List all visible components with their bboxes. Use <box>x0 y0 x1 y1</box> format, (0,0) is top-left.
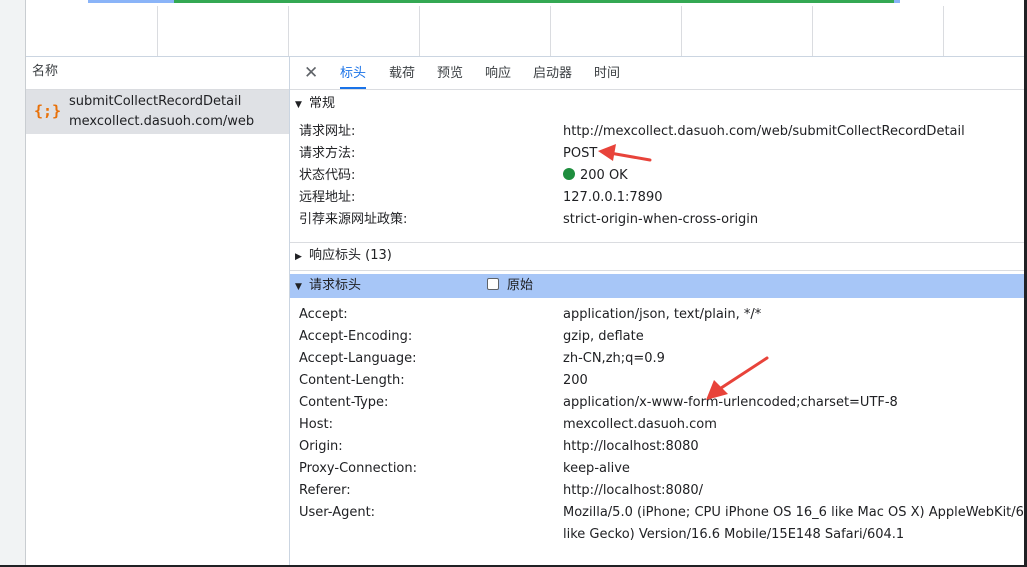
request-header-row: Referer: http://localhost:8080/ <box>299 480 1024 502</box>
header-value: Mozilla/5.0 (iPhone; CPU iPhone OS 16_6 … <box>563 505 1027 520</box>
overview-gridline <box>943 6 944 56</box>
header-key: User-Agent: <box>299 505 376 520</box>
request-headers-section-header[interactable]: ▼ 请求标头 原始 <box>290 274 1024 298</box>
request-header-row: Accept: application/json, text/plain, */… <box>299 304 1024 326</box>
user-agent-continuation-row: like Gecko) Version/16.6 Mobile/15E148 S… <box>299 524 1024 546</box>
header-key: 引荐来源网址政策: <box>299 212 408 227</box>
header-key: 请求方法: <box>299 146 356 161</box>
header-value: strict-origin-when-cross-origin <box>563 212 759 227</box>
header-key: 请求网址: <box>299 124 356 139</box>
header-key: Accept-Language: <box>299 351 417 366</box>
request-header-row: Content-Length: 200 <box>299 370 1024 392</box>
header-key: 状态代码: <box>299 168 356 183</box>
header-value: gzip, deflate <box>563 329 644 344</box>
status-ok-dot-icon <box>563 168 575 180</box>
request-headers-title: 请求标头 <box>309 278 362 293</box>
general-section-header[interactable]: ▼ 常规 <box>290 92 1024 116</box>
general-row-referrer-policy: 引荐来源网址政策: strict-origin-when-cross-origi… <box>299 209 1024 231</box>
header-key: 远程地址: <box>299 190 356 205</box>
tab-preview[interactable]: 预览 <box>437 57 463 89</box>
overview-gridline <box>288 6 289 56</box>
details-tab-bar: ✕ 标头 载荷 预览 响应 启动器 时间 <box>290 57 1024 90</box>
tab-payload[interactable]: 载荷 <box>389 57 415 89</box>
header-value: 200 <box>563 373 588 388</box>
request-header-row: Accept-Language: zh-CN,zh;q=0.9 <box>299 348 1024 370</box>
request-header-row: Proxy-Connection: keep-alive <box>299 458 1024 480</box>
header-key: Referer: <box>299 483 351 498</box>
request-header-row-user-agent: User-Agent: Mozilla/5.0 (iPhone; CPU iPh… <box>299 502 1027 524</box>
header-value: application/json, text/plain, */* <box>563 307 762 322</box>
raw-headers-toggle[interactable]: 原始 <box>487 274 533 298</box>
request-row-selected[interactable]: {;} submitCollectRecordDetail mexcollect… <box>26 90 289 134</box>
header-value-continuation: like Gecko) Version/16.6 Mobile/15E148 S… <box>563 527 905 542</box>
collapsed-triangle-icon: ▶ <box>295 252 302 262</box>
general-row-request-method: 请求方法: POST <box>299 143 1024 165</box>
header-key: Content-Type: <box>299 395 389 410</box>
overview-gridline <box>157 6 158 56</box>
tab-timing[interactable]: 时间 <box>594 57 620 89</box>
request-list-panel: 名称 {;} submitCollectRecordDetail mexcoll… <box>26 57 290 565</box>
header-value: mexcollect.dasuoh.com <box>563 417 717 432</box>
overview-gridline <box>419 6 420 56</box>
header-key: Content-Length: <box>299 373 405 388</box>
request-header-row: Origin: http://localhost:8080 <box>299 436 1024 458</box>
section-divider <box>290 270 1024 271</box>
raw-label: 原始 <box>507 278 534 293</box>
general-section-title: 常规 <box>309 96 336 111</box>
annotation-arrow-icon <box>598 144 652 162</box>
overview-bar-download <box>174 0 894 3</box>
tab-headers[interactable]: 标头 <box>340 57 367 89</box>
request-domain: mexcollect.dasuoh.com/web <box>69 114 255 129</box>
header-key: Proxy-Connection: <box>299 461 418 476</box>
header-value: http://localhost:8080 <box>563 439 699 454</box>
header-key: Origin: <box>299 439 343 454</box>
header-value: zh-CN,zh;q=0.9 <box>563 351 665 366</box>
header-value: http://localhost:8080/ <box>563 483 704 498</box>
header-key: Host: <box>299 417 333 432</box>
general-row-request-url: 请求网址: http://mexcollect.dasuoh.com/web/s… <box>299 121 1024 143</box>
tab-initiator[interactable]: 启动器 <box>533 57 572 89</box>
overview-gridline <box>812 6 813 56</box>
raw-checkbox[interactable] <box>487 278 499 290</box>
general-row-status-code: 状态代码: 200 OK <box>299 165 1024 187</box>
header-key: Accept: <box>299 307 348 322</box>
overview-gridline <box>550 6 551 56</box>
header-value: 127.0.0.1:7890 <box>563 190 663 205</box>
window-left-border <box>0 0 26 567</box>
header-value: 200 OK <box>563 165 628 187</box>
header-value: POST <box>563 146 598 161</box>
request-header-row: Accept-Encoding: gzip, deflate <box>299 326 1024 348</box>
response-headers-title: 响应标头 (13) <box>309 248 392 263</box>
close-icon[interactable]: ✕ <box>304 63 318 83</box>
status-code-text: 200 OK <box>580 168 628 183</box>
header-value: keep-alive <box>563 461 630 476</box>
expanded-triangle-icon: ▼ <box>295 282 302 292</box>
tab-response[interactable]: 响应 <box>485 57 511 89</box>
xhr-json-braces-icon: {;} <box>34 102 62 120</box>
expanded-triangle-icon: ▼ <box>295 100 302 110</box>
section-divider <box>290 242 1024 243</box>
request-header-row: Host: mexcollect.dasuoh.com <box>299 414 1024 436</box>
request-details-panel: ✕ 标头 载荷 预览 响应 启动器 时间 ▼ 常规 请求网址: http://me… <box>290 57 1027 565</box>
request-name: submitCollectRecordDetail <box>69 94 242 109</box>
general-row-remote-address: 远程地址: 127.0.0.1:7890 <box>299 187 1024 209</box>
network-overview-timeline[interactable] <box>26 0 1024 57</box>
request-header-row-content-type: Content-Type: application/x-www-form-url… <box>299 392 1024 414</box>
header-key: Accept-Encoding: <box>299 329 413 344</box>
response-headers-section-header[interactable]: ▶ 响应标头 (13) <box>290 244 1024 268</box>
name-column-header[interactable]: 名称 <box>26 57 289 90</box>
overview-gridline <box>681 6 682 56</box>
annotation-arrow-icon <box>706 356 769 400</box>
